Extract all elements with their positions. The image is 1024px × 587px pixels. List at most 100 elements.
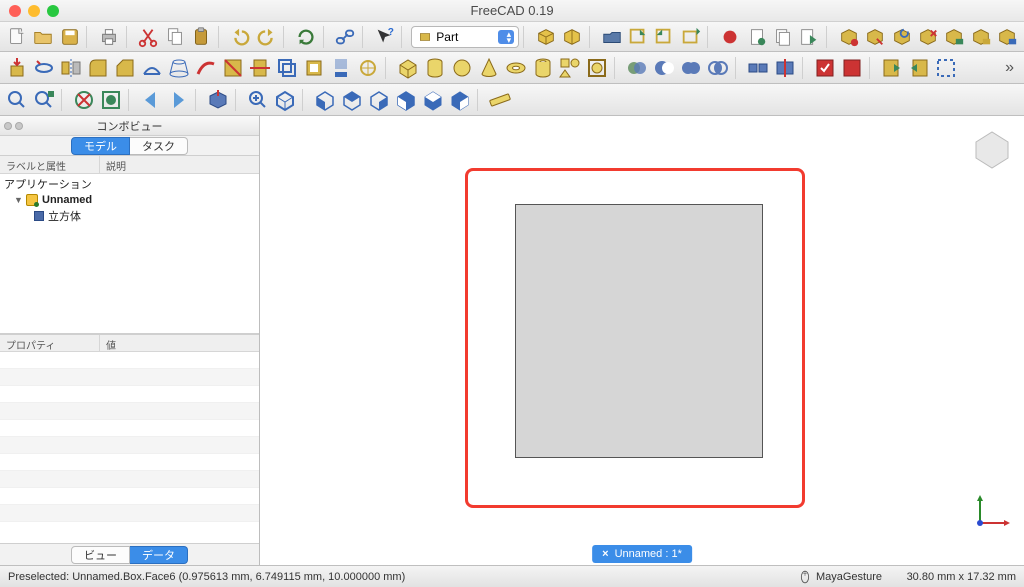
chamfer-button[interactable] <box>112 55 138 81</box>
defeaturing-button[interactable] <box>839 55 865 81</box>
nav-next-button[interactable] <box>165 87 191 113</box>
export-button[interactable] <box>906 55 932 81</box>
attachment-button[interactable] <box>355 55 381 81</box>
box-face[interactable] <box>515 204 763 458</box>
boolean-button[interactable] <box>624 55 650 81</box>
offset3d-button[interactable] <box>274 55 300 81</box>
document-tab[interactable]: × Unnamed : 1* <box>592 545 692 563</box>
measure-toggle3d-button[interactable] <box>968 24 993 50</box>
revolve-button[interactable] <box>31 55 57 81</box>
part-box-button[interactable] <box>533 24 558 50</box>
tab-data[interactable]: データ <box>130 546 188 564</box>
left-view-button[interactable] <box>447 87 473 113</box>
cross-sections-button[interactable] <box>247 55 273 81</box>
primitive-box-button[interactable] <box>395 55 421 81</box>
sweep-button[interactable] <box>193 55 219 81</box>
measure-toggledelta-button[interactable] <box>994 24 1019 50</box>
part-box2-button[interactable] <box>559 24 584 50</box>
isometric-view-button[interactable] <box>272 87 298 113</box>
tab-task[interactable]: タスク <box>130 137 188 155</box>
common-button[interactable] <box>705 55 731 81</box>
projection-button[interactable] <box>328 55 354 81</box>
macro-list-button[interactable] <box>770 24 795 50</box>
zoom-in-button[interactable] <box>245 87 271 113</box>
undo-button[interactable] <box>228 24 253 50</box>
measure-distance-button[interactable] <box>487 87 513 113</box>
measure-angular-button[interactable] <box>862 24 887 50</box>
primitive-torus-button[interactable] <box>503 55 529 81</box>
link-button[interactable] <box>333 24 358 50</box>
tree-doc-row[interactable]: ▼Unnamed <box>0 192 259 208</box>
bottom-view-button[interactable] <box>420 87 446 113</box>
primitive-tube-button[interactable] <box>530 55 556 81</box>
primitive-sphere-button[interactable] <box>449 55 475 81</box>
bounding-box-button[interactable] <box>98 87 124 113</box>
tab-view[interactable]: ビュー <box>71 546 130 564</box>
extrude-button[interactable] <box>4 55 30 81</box>
measure-linear-button[interactable] <box>836 24 861 50</box>
fit-selection-button[interactable] <box>31 87 57 113</box>
print-button[interactable] <box>96 24 121 50</box>
open-file-button[interactable] <box>30 24 55 50</box>
cut-button[interactable] <box>135 24 160 50</box>
measure-toggle-button[interactable] <box>942 24 967 50</box>
redo-button[interactable] <box>254 24 279 50</box>
nav-style-selector[interactable]: MayaGesture <box>798 570 882 584</box>
rear-view-button[interactable] <box>393 87 419 113</box>
panel-close-icon[interactable] <box>4 122 12 130</box>
macro-record-button[interactable] <box>717 24 742 50</box>
link-make-button[interactable] <box>625 24 650 50</box>
paste-button[interactable] <box>188 24 213 50</box>
property-grid[interactable] <box>0 352 259 543</box>
close-tab-icon[interactable]: × <box>602 548 608 560</box>
measure-clear-button[interactable] <box>915 24 940 50</box>
save-file-button[interactable] <box>57 24 82 50</box>
top-view-button[interactable] <box>339 87 365 113</box>
link-import-button[interactable] <box>678 24 703 50</box>
toolbar-overflow-button[interactable]: » <box>999 59 1020 77</box>
loft-button[interactable] <box>166 55 192 81</box>
right-view-button[interactable] <box>366 87 392 113</box>
fuse-button[interactable] <box>678 55 704 81</box>
group-button[interactable] <box>599 24 624 50</box>
box-selection-button[interactable] <box>933 55 959 81</box>
check-geometry-button[interactable] <box>812 55 838 81</box>
shape-builder-button[interactable] <box>584 55 610 81</box>
fit-all-button[interactable] <box>4 87 30 113</box>
front-view-button[interactable] <box>312 87 338 113</box>
primitives-dialog-button[interactable] <box>557 55 583 81</box>
tree-item-row[interactable]: 立方体 <box>0 208 259 224</box>
draw-style-button[interactable] <box>71 87 97 113</box>
refresh-button[interactable] <box>293 24 318 50</box>
join-connect-button[interactable] <box>745 55 771 81</box>
close-window-button[interactable] <box>9 5 21 17</box>
tree-app-row[interactable]: アプリケーション <box>0 176 259 192</box>
mirror-button[interactable] <box>58 55 84 81</box>
workbench-selector[interactable]: Part ▴▾ <box>411 26 519 48</box>
link-replace-button[interactable] <box>652 24 677 50</box>
split-button[interactable] <box>772 55 798 81</box>
model-tree[interactable]: アプリケーション ▼Unnamed 立方体 <box>0 174 259 334</box>
ruled-surface-button[interactable] <box>139 55 165 81</box>
section-button[interactable] <box>220 55 246 81</box>
measure-refresh-button[interactable] <box>889 24 914 50</box>
cut-solid-button[interactable] <box>651 55 677 81</box>
new-file-button[interactable] <box>4 24 29 50</box>
primitive-cone-button[interactable] <box>476 55 502 81</box>
minimize-window-button[interactable] <box>28 5 40 17</box>
thickness-button[interactable] <box>301 55 327 81</box>
disclosure-triangle-icon[interactable]: ▼ <box>14 195 22 205</box>
fillet-button[interactable] <box>85 55 111 81</box>
macro-stop-button[interactable] <box>744 24 769 50</box>
import-button[interactable] <box>879 55 905 81</box>
macro-execute-button[interactable] <box>797 24 822 50</box>
copy-button[interactable] <box>162 24 187 50</box>
link-nav-button[interactable] <box>205 87 231 113</box>
primitive-cylinder-button[interactable] <box>422 55 448 81</box>
navigation-cube[interactable] <box>968 124 1016 172</box>
zoom-window-button[interactable] <box>47 5 59 17</box>
tab-model[interactable]: モデル <box>71 137 130 155</box>
nav-prev-button[interactable] <box>138 87 164 113</box>
3d-viewport[interactable]: × Unnamed : 1* <box>260 116 1024 565</box>
panel-float-icon[interactable] <box>15 122 23 130</box>
